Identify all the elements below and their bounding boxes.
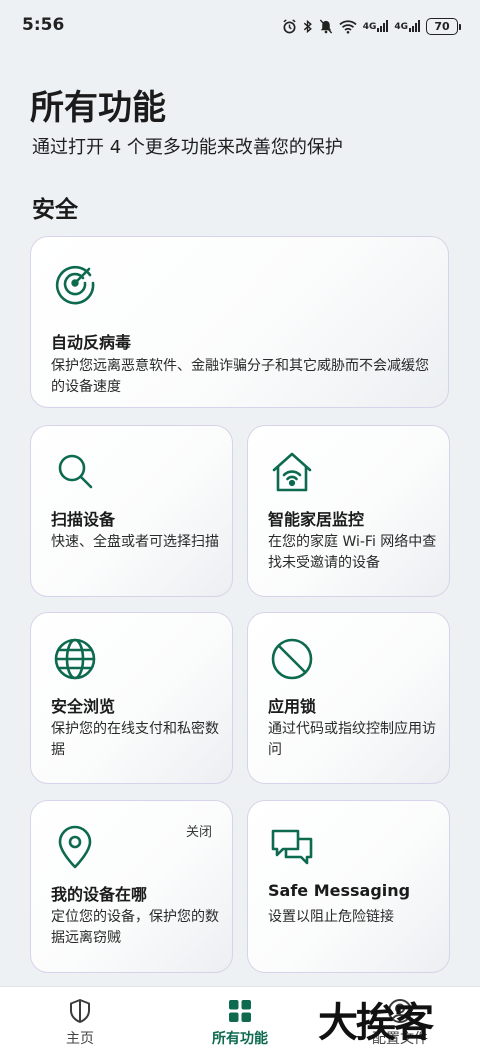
watermark: 大挨客 <box>318 999 434 1046</box>
location-pin-icon <box>51 823 99 871</box>
network-type-2: 4G <box>394 22 408 32</box>
card-title: 扫描设备 <box>51 510 116 529</box>
bluetooth-icon <box>303 19 313 34</box>
page-subtitle: 通过打开 4 个更多功能来改善您的保护 <box>32 137 343 158</box>
status-badge: 关闭 <box>185 825 212 840</box>
card-title: Safe Messaging <box>268 881 411 900</box>
mute-icon <box>319 18 333 34</box>
nav-item-all-features[interactable]: 所有功能 <box>160 987 320 1058</box>
shield-icon <box>67 998 93 1024</box>
signal-icon: 4G <box>394 20 420 32</box>
smart-home-wifi-icon <box>268 448 316 496</box>
card-description: 保护您的在线支付和私密数据 <box>51 721 219 758</box>
wifi-icon <box>339 19 357 34</box>
nav-item-home[interactable]: 主页 <box>0 987 160 1058</box>
card-description: 在您的家庭 Wi-Fi 网络中查找未受邀请的设备 <box>268 534 437 571</box>
card-title: 自动反病毒 <box>51 333 132 352</box>
card-title: 安全浏览 <box>51 697 116 716</box>
chat-bubbles-icon <box>268 823 316 871</box>
card-description: 快速、全盘或者可选择扫描 <box>51 534 219 550</box>
alarm-icon <box>282 18 297 34</box>
feature-card-find-my-device[interactable]: 关闭 我的设备在哪 定位您的设备，保护您的数据远离窃贼 <box>30 800 233 973</box>
globe-icon <box>51 635 99 683</box>
status-time: 5:56 <box>22 15 65 35</box>
card-title: 我的设备在哪 <box>51 885 148 904</box>
card-title: 智能家居监控 <box>268 510 365 529</box>
feature-card-safe-messaging[interactable]: Safe Messaging 设置以阻止危险链接 <box>247 800 450 973</box>
battery-icon: 70 <box>426 17 461 35</box>
feature-card-app-lock[interactable]: 应用锁 通过代码或指纹控制应用访问 <box>247 612 450 784</box>
section-title: 安全 <box>32 197 78 223</box>
card-description: 通过代码或指纹控制应用访问 <box>268 721 436 758</box>
status-bar: 5:56 4G 4G 70 <box>0 0 480 52</box>
signal-icon: 4G <box>363 20 389 32</box>
magnifier-icon <box>51 448 99 496</box>
block-icon <box>268 635 316 683</box>
battery-level: 70 <box>434 19 450 33</box>
grid-icon <box>227 998 253 1024</box>
feature-card-scan-device[interactable]: 扫描设备 快速、全盘或者可选择扫描 <box>30 425 233 597</box>
nav-label: 所有功能 <box>212 1030 268 1047</box>
feature-card-smart-home-monitor[interactable]: 智能家居监控 在您的家庭 Wi-Fi 网络中查找未受邀请的设备 <box>247 425 450 597</box>
card-description: 设置以阻止危险链接 <box>268 909 394 925</box>
nav-label: 主页 <box>66 1030 94 1047</box>
card-description: 保护您远离恶意软件、金融诈骗分子和其它威胁而不会减缓您的设备速度 <box>51 358 429 395</box>
status-icons: 4G 4G 70 <box>282 17 461 35</box>
radar-scan-icon <box>51 259 99 307</box>
card-description: 定位您的设备，保护您的数据远离窃贼 <box>51 909 219 946</box>
feature-card-auto-antivirus[interactable]: 自动反病毒 保护您远离恶意软件、金融诈骗分子和其它威胁而不会减缓您的设备速度 <box>30 236 449 408</box>
network-type-1: 4G <box>362 22 377 32</box>
card-title: 应用锁 <box>268 697 317 716</box>
page-title: 所有功能 <box>30 88 166 128</box>
feature-card-safe-browsing[interactable]: 安全浏览 保护您的在线支付和私密数据 <box>30 612 233 784</box>
